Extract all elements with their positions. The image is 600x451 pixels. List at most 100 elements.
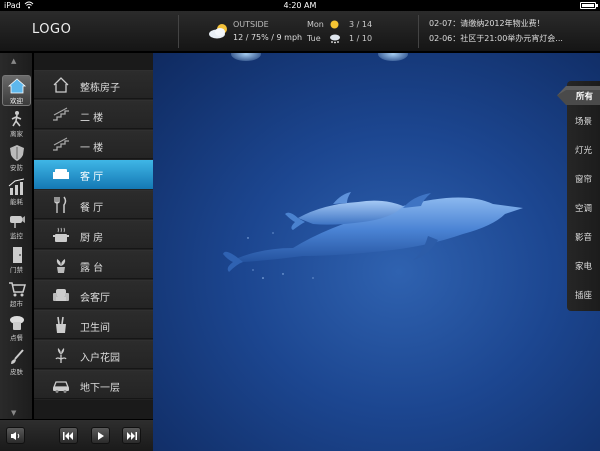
previous-icon xyxy=(63,432,73,440)
outside-label: OUTSIDE xyxy=(233,20,269,29)
room-item-dining-room[interactable]: 餐 厅 xyxy=(34,190,153,219)
background-stage xyxy=(153,53,600,451)
rail-item-label: 点餐 xyxy=(10,334,23,342)
rail-item-monitor[interactable]: 监控 xyxy=(2,211,31,242)
scroll-down-icon[interactable]: ▼ xyxy=(11,409,16,417)
media-control-bar xyxy=(0,419,153,451)
forecast-temp: 3 / 14 xyxy=(349,20,373,29)
room-label: 二 楼 xyxy=(80,113,104,124)
rail-item-label: 监控 xyxy=(10,232,23,240)
room-label: 会客厅 xyxy=(80,293,110,304)
play-icon xyxy=(97,432,104,440)
door-icon xyxy=(12,247,22,263)
room-label: 客 厅 xyxy=(80,172,104,183)
sun-icon xyxy=(330,20,339,29)
filter-lighting[interactable]: 灯光 xyxy=(567,144,600,156)
room-item-first-floor[interactable]: 一 楼 xyxy=(34,130,153,159)
room-label: 一 楼 xyxy=(80,143,104,154)
rail-item-dining-order[interactable]: 点餐 xyxy=(2,313,31,344)
rail-item-skin[interactable]: 皮肤 xyxy=(2,347,31,378)
rail-item-access[interactable]: 门禁 xyxy=(2,245,31,276)
house-icon xyxy=(53,77,69,93)
status-bar: iPad 4:20 AM xyxy=(0,0,600,11)
rail-item-label: 欢迎 xyxy=(10,97,23,105)
room-item-reception[interactable]: 会客厅 xyxy=(34,280,153,309)
volume-button[interactable] xyxy=(6,427,25,444)
rail-item-label: 超市 xyxy=(10,300,23,308)
rail-item-label: 皮肤 xyxy=(10,368,23,376)
plant-icon xyxy=(56,259,66,273)
forecast-row: Tue 1 / 10 xyxy=(307,34,397,46)
filter-curtain[interactable]: 窗帘 xyxy=(567,173,600,185)
notice-item[interactable]: 02-06：社区于21:00举办元宵灯会... xyxy=(429,33,563,44)
snow-cloud-icon xyxy=(330,34,340,44)
rail-item-welcome[interactable]: 欢迎 xyxy=(2,75,31,106)
room-label: 地下一层 xyxy=(80,383,120,394)
flower-icon xyxy=(55,348,67,363)
room-item-entry-garden[interactable]: 入户花园 xyxy=(34,340,153,369)
cutlery-icon xyxy=(54,196,67,213)
rail-item-label: 门禁 xyxy=(10,266,23,274)
rail-item-away[interactable]: 离家 xyxy=(2,109,31,140)
room-item-living-room[interactable]: 客 厅 xyxy=(34,160,171,189)
toothbrush-icon xyxy=(56,316,66,333)
room-label: 整栋房子 xyxy=(80,83,120,94)
pot-icon xyxy=(53,227,69,242)
home-icon xyxy=(7,78,26,94)
room-label: 厨 房 xyxy=(80,233,104,244)
rail-item-label: 离家 xyxy=(10,130,23,138)
filter-socket[interactable]: 插座 xyxy=(567,289,600,301)
brush-icon xyxy=(10,349,24,364)
filter-scene[interactable]: 场景 xyxy=(567,115,600,127)
rail-item-label: 安防 xyxy=(10,164,23,172)
room-item-second-floor[interactable]: 二 楼 xyxy=(34,100,153,129)
partly-cloudy-icon xyxy=(209,24,227,39)
rail-item-energy[interactable]: 能耗 xyxy=(2,177,31,208)
room-item-kitchen[interactable]: 厨 房 xyxy=(34,220,153,249)
room-item-whole-house[interactable]: 整栋房子 xyxy=(34,70,153,99)
room-label: 入户花园 xyxy=(80,353,120,364)
chef-icon xyxy=(9,316,24,330)
filter-all-label: 所有 xyxy=(576,92,594,102)
cart-icon xyxy=(8,282,26,297)
outside-value: 12 / 75% / 9 mph xyxy=(233,33,303,42)
room-label: 餐 厅 xyxy=(80,203,104,214)
room-menu-bottom xyxy=(34,400,153,419)
room-item-terrace[interactable]: 露 台 xyxy=(34,250,153,279)
shield-icon xyxy=(9,145,24,161)
scroll-up-icon[interactable]: ▲ xyxy=(11,57,16,65)
previous-button[interactable] xyxy=(59,427,78,444)
header: LOGO OUTSIDE 12 / 75% / 9 mph Mon 3 / 14… xyxy=(0,11,600,52)
stairs-icon xyxy=(53,107,69,121)
room-label: 露 台 xyxy=(80,263,104,274)
room-item-basement[interactable]: 地下一层 xyxy=(34,370,153,399)
battery-icon xyxy=(580,2,598,9)
energy-chart-icon xyxy=(8,178,24,195)
room-label: 卫生间 xyxy=(80,323,110,334)
camera-icon xyxy=(9,216,25,228)
armchair-icon xyxy=(53,289,69,301)
rail-item-market[interactable]: 超市 xyxy=(2,279,31,310)
rail-item-security[interactable]: 安防 xyxy=(2,143,31,174)
forecast-temp: 1 / 10 xyxy=(349,34,373,43)
status-time: 4:20 AM xyxy=(283,1,317,10)
room-item-bathroom[interactable]: 卫生间 xyxy=(34,310,153,339)
room-menu-top xyxy=(34,53,153,70)
filter-appliance[interactable]: 家电 xyxy=(567,260,600,272)
notice-item[interactable]: 02-07：请缴纳2012年物业费！ xyxy=(429,18,545,29)
filter-all-tab[interactable]: 所有 xyxy=(557,86,600,105)
play-button[interactable] xyxy=(91,427,110,444)
filter-audio-video[interactable]: 影音 xyxy=(567,231,600,243)
function-rail: ▲ 欢迎 离家 安防 能耗 监控 门禁 超市 点餐 皮肤 ▼ xyxy=(0,53,33,419)
filter-air-conditioner[interactable]: 空调 xyxy=(567,202,600,214)
header-divider xyxy=(418,15,419,48)
forecast-day: Mon xyxy=(307,20,324,29)
dolphin-illustration xyxy=(223,192,523,279)
forecast-day: Tue xyxy=(307,34,321,43)
next-button[interactable] xyxy=(122,427,141,444)
walking-person-icon xyxy=(11,111,21,127)
car-icon xyxy=(53,381,69,393)
sofa-icon xyxy=(53,169,69,179)
speaker-icon xyxy=(11,432,20,440)
room-menu: 整栋房子 二 楼 一 楼 客 厅 餐 厅 厨 房 露 台 会客厅 卫生间 入户花… xyxy=(34,70,171,400)
